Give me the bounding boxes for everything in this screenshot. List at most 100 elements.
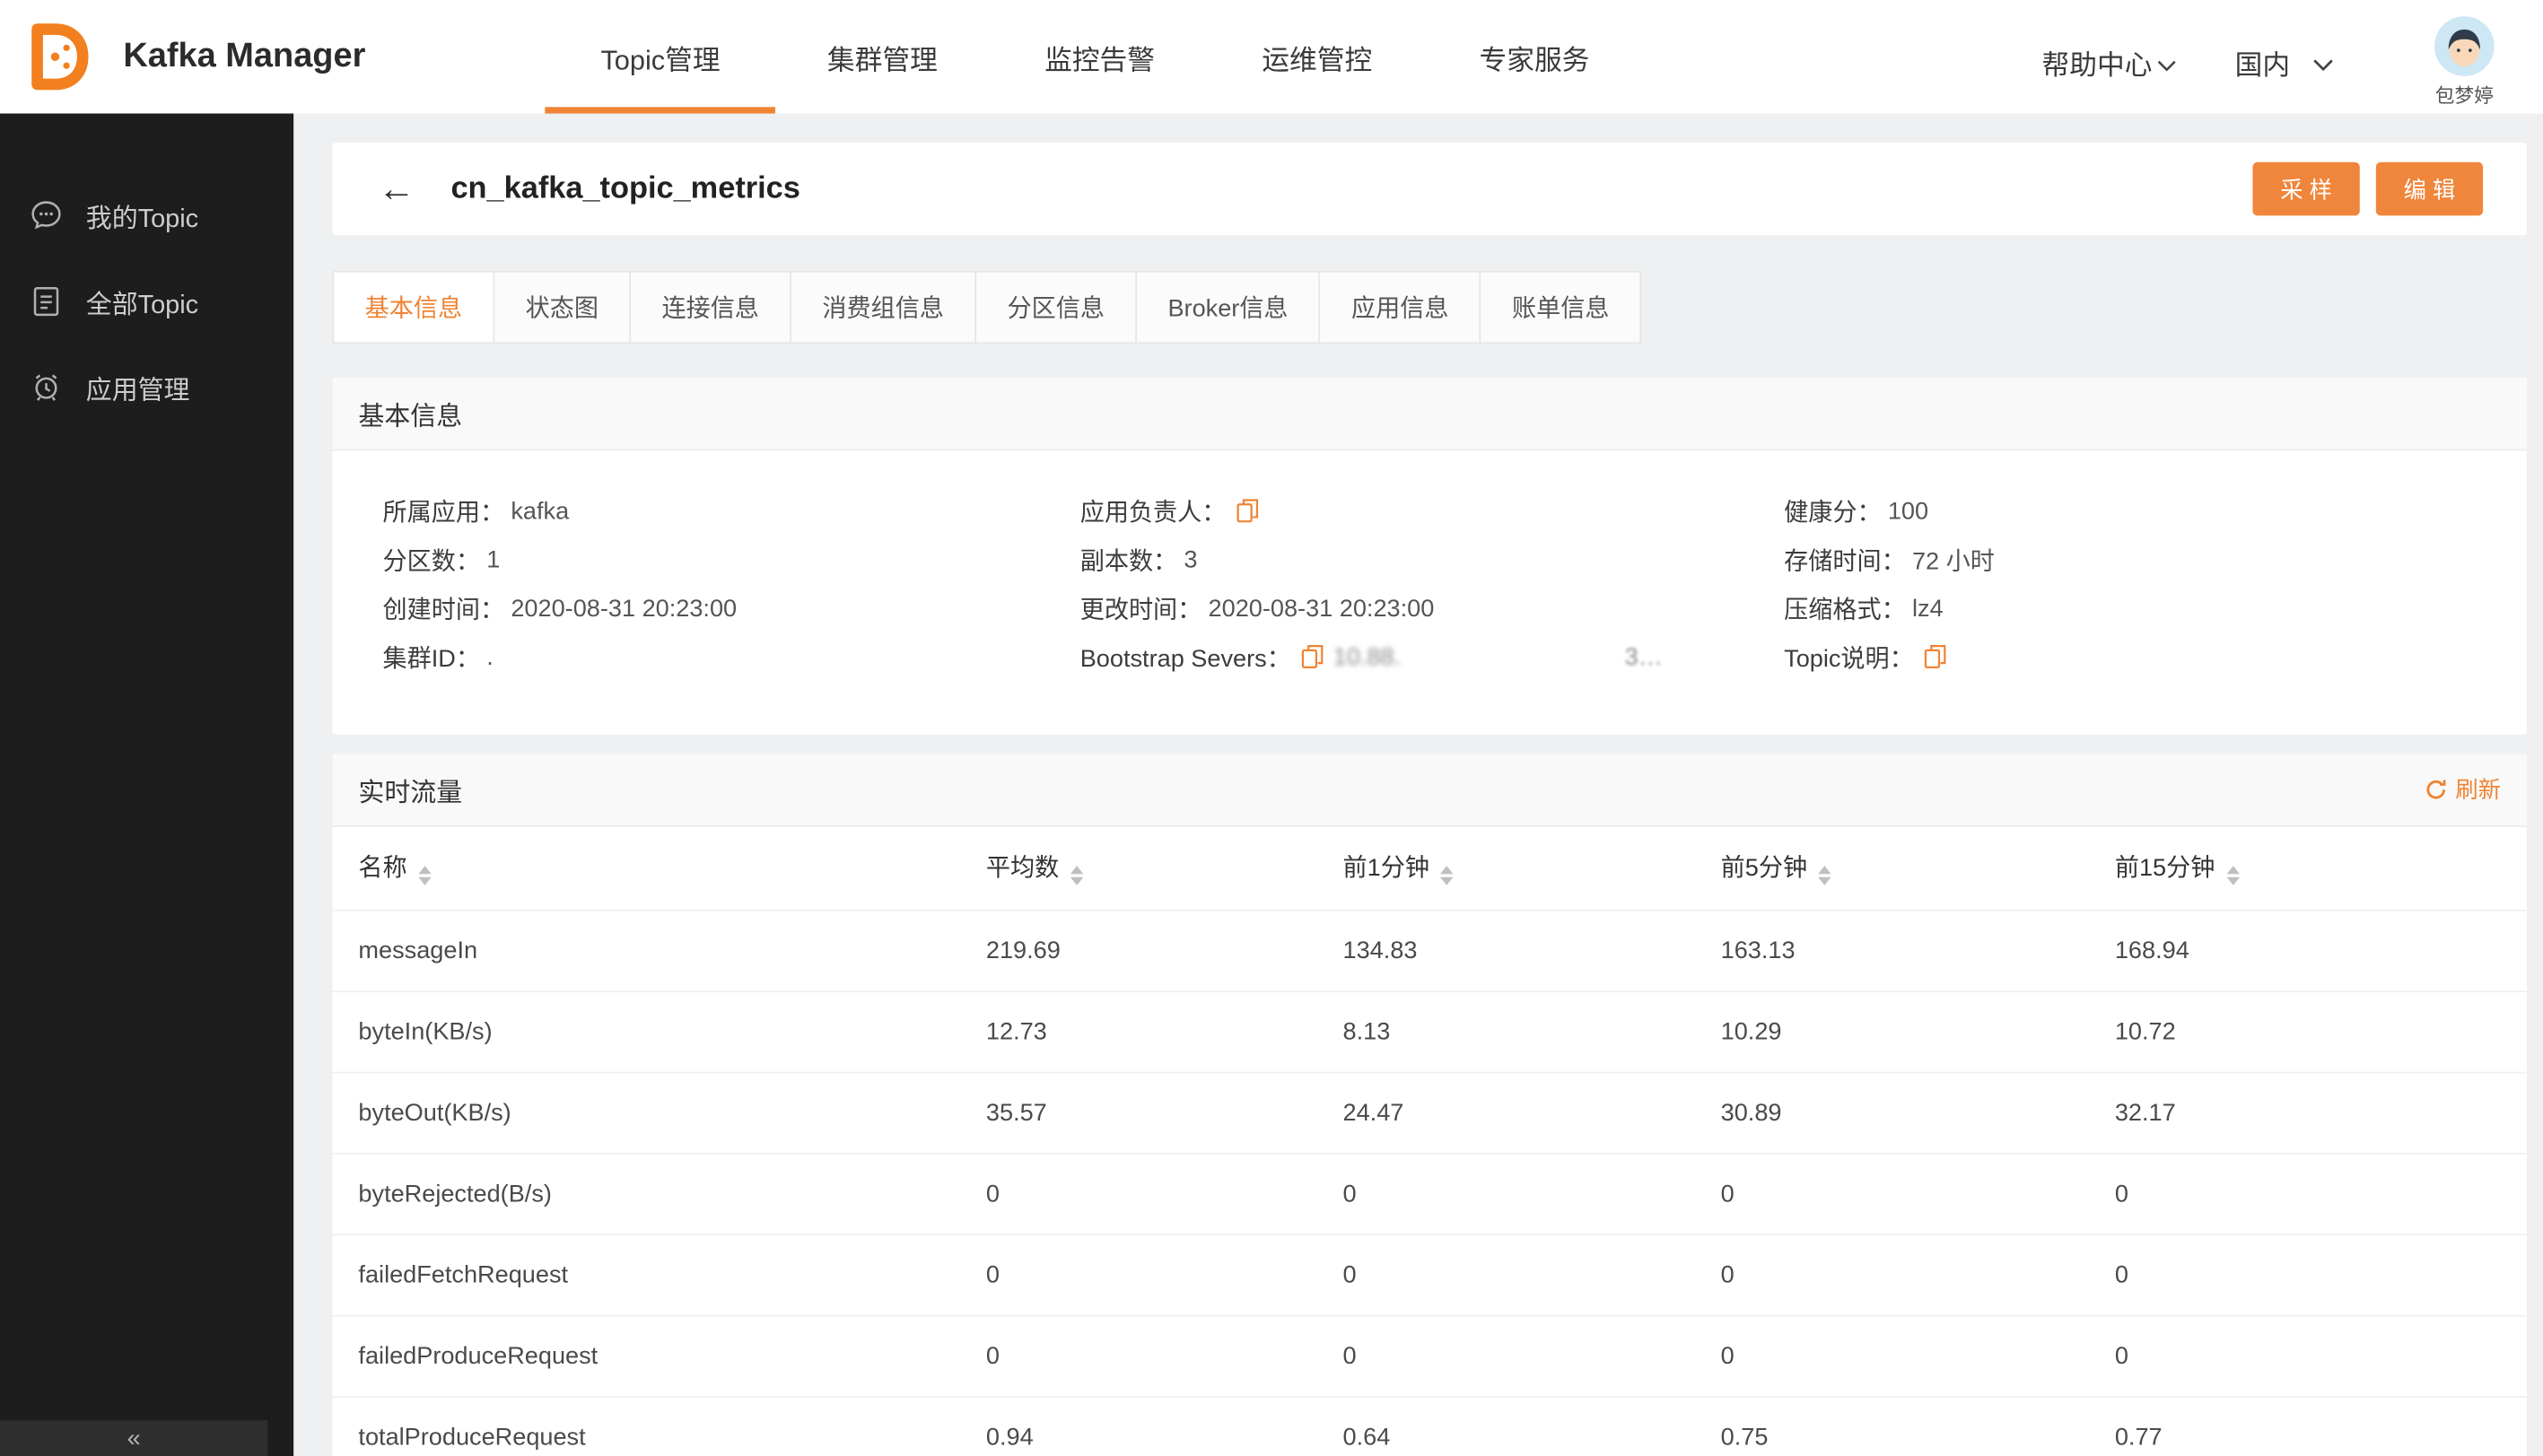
- metric-value: 0.94: [985, 1423, 1034, 1452]
- sidebar-item-my-topic[interactable]: 我的Topic: [0, 172, 293, 258]
- metric-name: messageIn: [358, 936, 478, 964]
- table-row: failedFetchRequest 0 0 0 0: [332, 1234, 2527, 1314]
- metric-value: 0: [1342, 1341, 1357, 1370]
- main-menu: Topic管理 集群管理 监控告警 运维管控 专家服务: [546, 0, 1643, 114]
- field-value: .: [486, 642, 494, 671]
- refresh-label: 刷新: [2455, 776, 2502, 803]
- metric-value: 163.13: [1720, 936, 1796, 964]
- help-center-label: 帮助中心: [2041, 49, 2153, 81]
- basic-info-card: 基本信息 所属应用： kafka 应用负责人： 健康分： 100 分区数： 1 …: [332, 378, 2527, 735]
- col-label: 平均数: [985, 854, 1060, 883]
- tab-connection-info[interactable]: 连接信息: [631, 270, 792, 344]
- col-header-avg[interactable]: 平均数: [986, 827, 1343, 910]
- metric-value: 0: [2114, 1260, 2128, 1288]
- col-label: 前1分钟: [1342, 854, 1429, 883]
- menu-expert[interactable]: 专家服务: [1479, 0, 1589, 114]
- tab-partition-info[interactable]: 分区信息: [976, 270, 1138, 344]
- tab-consumer-group[interactable]: 消费组信息: [791, 270, 977, 344]
- col-header-5min[interactable]: 前5分钟: [1721, 827, 2115, 910]
- metric-value: 0: [1720, 1260, 1735, 1288]
- page-title: cn_kafka_topic_metrics: [450, 170, 800, 205]
- user-menu[interactable]: 包梦婷: [2434, 15, 2495, 108]
- metric-value: 168.94: [2114, 936, 2189, 964]
- menu-ops[interactable]: 运维管控: [1262, 0, 1372, 114]
- metric-value: 0.75: [1720, 1423, 1769, 1452]
- back-arrow-icon[interactable]: ←: [378, 170, 415, 208]
- field-compression: 压缩格式： lz4: [1784, 592, 2527, 624]
- col-header-name[interactable]: 名称: [333, 827, 986, 910]
- sidebar-collapse-button[interactable]: «: [0, 1420, 268, 1456]
- sidebar-item-all-topic[interactable]: 全部Topic: [0, 257, 293, 344]
- metric-value: 0.77: [2114, 1423, 2163, 1452]
- metric-name: byteOut(KB/s): [358, 1098, 511, 1127]
- tab-broker-info[interactable]: Broker信息: [1137, 270, 1321, 344]
- clipboard-icon: [28, 283, 64, 318]
- table-row: messageIn 219.69 134.83 163.13 168.94: [332, 909, 2527, 990]
- sort-icon: [418, 866, 432, 886]
- tab-app-info[interactable]: 应用信息: [1320, 270, 1481, 344]
- sidebar-item-label: 我的Topic: [85, 205, 199, 233]
- sort-icon: [1818, 866, 1832, 886]
- table-row: totalProduceRequest 0.94 0.64 0.75 0.77: [332, 1396, 2527, 1456]
- menu-monitor[interactable]: 监控告警: [1044, 0, 1155, 114]
- region-selector[interactable]: 国内: [2235, 41, 2334, 82]
- menu-cluster[interactable]: 集群管理: [827, 0, 938, 114]
- app-viewport: Kafka Manager Topic管理 集群管理 监控告警 运维管控 专家服…: [0, 0, 2543, 1456]
- copy-icon[interactable]: [1924, 644, 1946, 670]
- col-label: 前15分钟: [2114, 854, 2215, 883]
- tab-bill-info[interactable]: 账单信息: [1481, 270, 1642, 344]
- field-label: Bootstrap Severs：: [1079, 644, 1291, 673]
- metric-value: 0: [1720, 1341, 1735, 1370]
- menu-topic[interactable]: Topic管理: [546, 0, 775, 114]
- field-replicas: 副本数： 3: [1080, 543, 1784, 575]
- refresh-button[interactable]: 刷新: [2425, 773, 2501, 806]
- copy-icon[interactable]: [1236, 498, 1259, 524]
- field-label: 副本数：: [1079, 546, 1178, 575]
- table-row: byteRejected(B/s) 0 0 0 0: [332, 1153, 2527, 1234]
- metric-value: 0: [1342, 1179, 1357, 1208]
- help-center-link[interactable]: 帮助中心: [2042, 41, 2177, 82]
- realtime-section-title: 实时流量 刷新: [332, 754, 2527, 827]
- col-header-15min[interactable]: 前15分钟: [2115, 827, 2527, 910]
- field-label: 应用负责人：: [1079, 498, 1227, 527]
- edit-button[interactable]: 编 辑: [2375, 161, 2484, 216]
- table-header-row: 名称 平均数 前1分钟 前5分钟 前15分钟: [332, 827, 2527, 910]
- sample-button[interactable]: 采 样: [2252, 161, 2360, 216]
- field-create-time: 创建时间： 2020-08-31 20:23:00: [383, 592, 1080, 624]
- field-topic-desc: Topic说明：: [1784, 641, 2527, 673]
- field-label: 存储时间：: [1784, 546, 1906, 575]
- avatar[interactable]: [2434, 15, 2495, 76]
- field-label: 健康分：: [1784, 498, 1882, 527]
- metric-value: 0: [985, 1341, 1000, 1370]
- chat-icon: [28, 198, 64, 232]
- redacted-value: 3…: [1624, 642, 1663, 671]
- metric-value: 30.89: [1720, 1098, 1782, 1127]
- sidebar-item-app-manage[interactable]: 应用管理: [0, 344, 293, 430]
- table-row: byteOut(KB/s) 35.57 24.47 30.89 32.17: [332, 1071, 2527, 1153]
- sort-icon: [1070, 866, 1084, 886]
- realtime-traffic-card: 实时流量 刷新 名称 平均数 前1分钟 前5分钟 前15分钟 messageIn…: [332, 754, 2527, 1456]
- col-label: 名称: [358, 854, 407, 883]
- col-header-1min[interactable]: 前1分钟: [1343, 827, 1721, 910]
- metric-name: byteIn(KB/s): [358, 1017, 493, 1045]
- copy-icon[interactable]: [1301, 644, 1324, 670]
- chevron-down-icon: [2157, 47, 2177, 79]
- metric-value: 0: [2114, 1179, 2128, 1208]
- header-actions: 采 样 编 辑: [2252, 161, 2484, 216]
- tab-status-chart[interactable]: 状态图: [494, 270, 632, 344]
- metric-value: 35.57: [985, 1098, 1047, 1127]
- tab-basic-info[interactable]: 基本信息: [332, 270, 495, 344]
- metric-value: 134.83: [1342, 936, 1418, 964]
- field-value: 2020-08-31 20:23:00: [511, 594, 738, 623]
- sidebar-item-label: 全部Topic: [85, 291, 199, 319]
- brand-title: Kafka Manager: [123, 37, 366, 75]
- region-label: 国内: [2234, 49, 2291, 81]
- metric-value: 24.47: [1342, 1098, 1404, 1127]
- metric-name: totalProduceRequest: [358, 1423, 586, 1452]
- field-value: 3: [1184, 545, 1198, 573]
- main-content: ← cn_kafka_topic_metrics 采 样 编 辑 基本信息 状态…: [293, 113, 2543, 1456]
- table-row: byteIn(KB/s) 12.73 8.13 10.29 10.72: [332, 990, 2527, 1071]
- field-value: 72 小时: [1911, 546, 1995, 575]
- field-label: 集群ID：: [382, 644, 481, 673]
- detail-tabs: 基本信息 状态图 连接信息 消费组信息 分区信息 Broker信息 应用信息 账…: [332, 270, 2527, 344]
